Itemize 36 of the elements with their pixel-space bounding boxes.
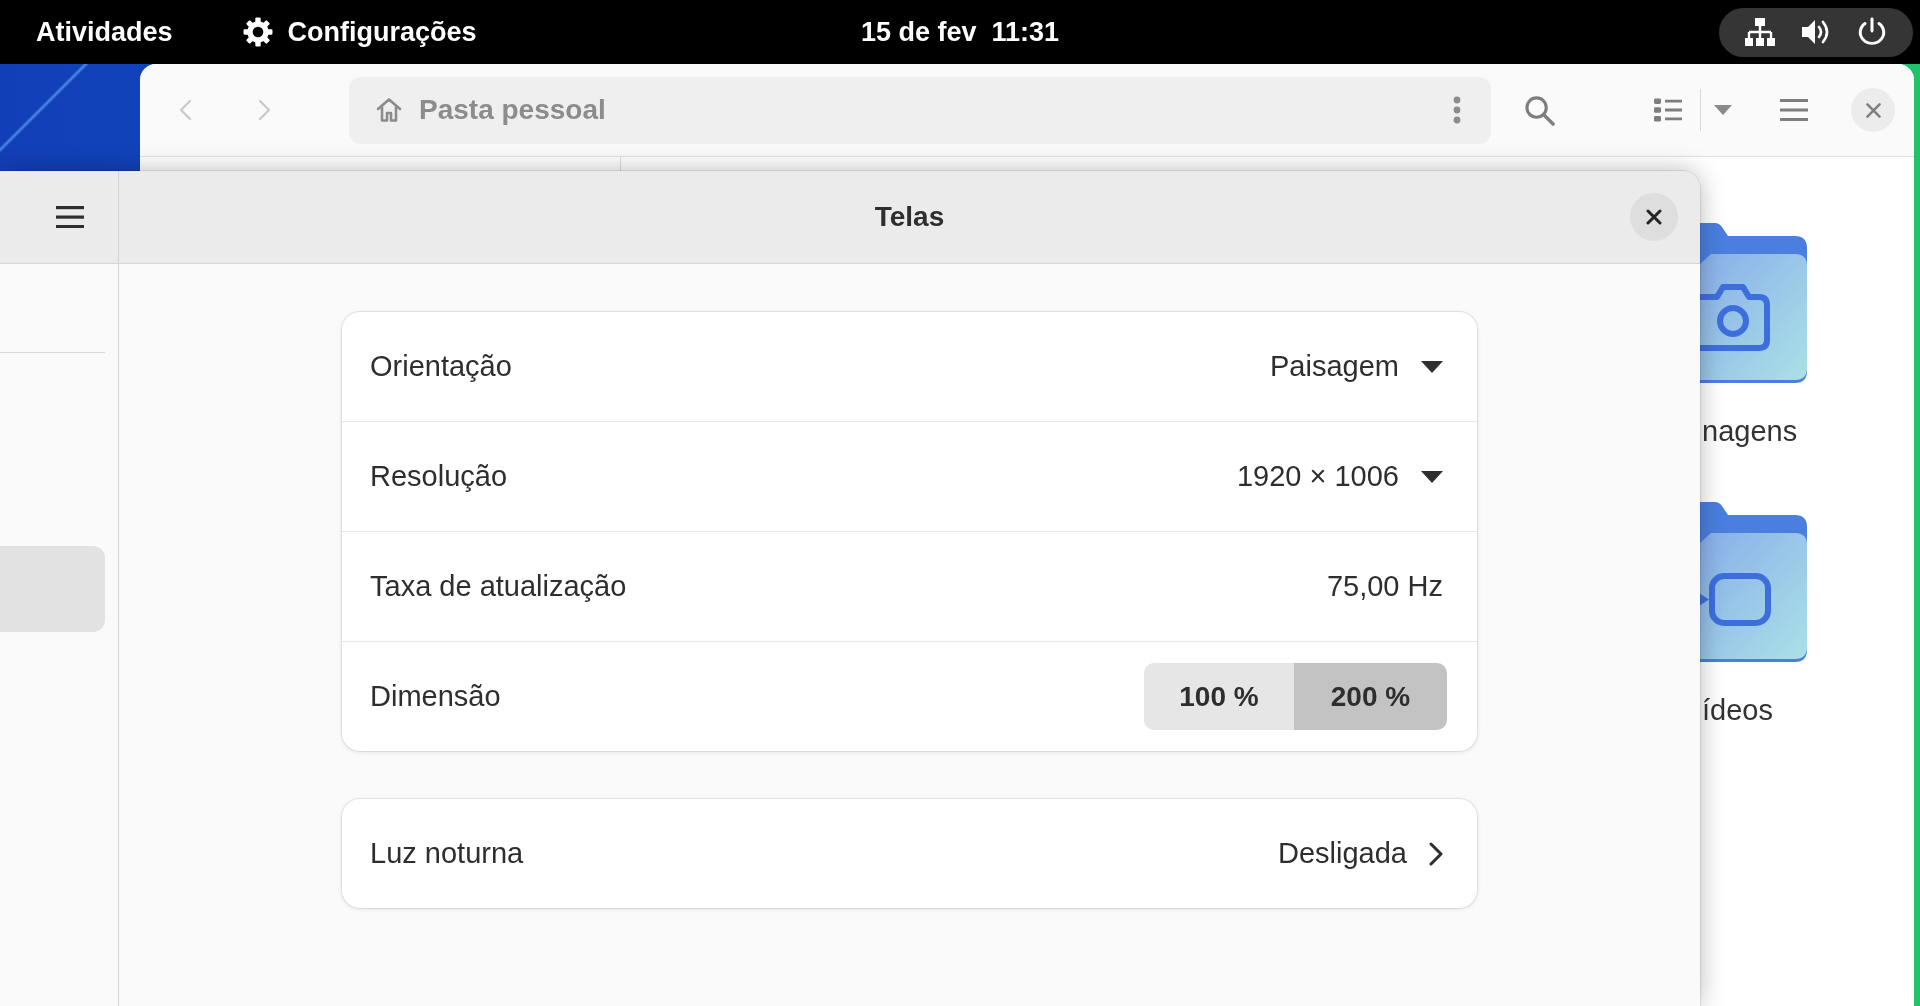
row-label: Resolução bbox=[370, 460, 509, 493]
folder-label[interactable]: nagens bbox=[1699, 414, 1798, 448]
camera-folder-icon[interactable] bbox=[1699, 223, 1807, 383]
scale-option[interactable]: 100 % bbox=[1144, 663, 1294, 730]
list-icon bbox=[1654, 97, 1682, 123]
vertical-dots-icon bbox=[1453, 96, 1461, 124]
dropdown-button[interactable]: 1920 × 1006 bbox=[1236, 460, 1443, 493]
scale-option[interactable]: 200 % bbox=[1294, 663, 1447, 730]
close-icon bbox=[1646, 209, 1662, 225]
clock-button[interactable]: 15 de fev 11:31 bbox=[848, 6, 1072, 58]
caret-icon bbox=[1714, 105, 1732, 115]
row-value: Desligada bbox=[1278, 837, 1407, 870]
network-icon bbox=[1744, 17, 1776, 47]
video-folder-icon[interactable] bbox=[1699, 502, 1807, 662]
chevron-right-icon[interactable] bbox=[1429, 841, 1443, 866]
caret-icon bbox=[1421, 470, 1443, 483]
caret-icon bbox=[1421, 360, 1443, 373]
system-menu-button[interactable] bbox=[1719, 7, 1913, 57]
menu-icon bbox=[56, 206, 84, 228]
row-value: 75,00 Hz bbox=[1326, 570, 1443, 603]
row-label: Dimensão bbox=[370, 680, 502, 713]
power-icon bbox=[1856, 17, 1888, 47]
folder-label[interactable]: ídeos bbox=[1699, 693, 1773, 727]
row-label: Luz noturna bbox=[370, 837, 525, 870]
close-icon bbox=[1865, 102, 1881, 118]
window-title: Telas bbox=[874, 201, 945, 233]
close-button[interactable] bbox=[1630, 193, 1678, 241]
search-icon bbox=[1523, 94, 1555, 126]
activities-button[interactable]: Atividades bbox=[0, 6, 209, 58]
app-menu-button[interactable]: Configurações bbox=[208, 6, 513, 58]
gear-icon bbox=[242, 17, 273, 47]
home-icon bbox=[375, 96, 403, 124]
dropdown-button[interactable]: Paisagem bbox=[1270, 350, 1443, 383]
row-label: Taxa de atualização bbox=[370, 570, 628, 603]
menu-icon bbox=[1780, 99, 1808, 121]
row-label: Orientação bbox=[370, 350, 513, 383]
